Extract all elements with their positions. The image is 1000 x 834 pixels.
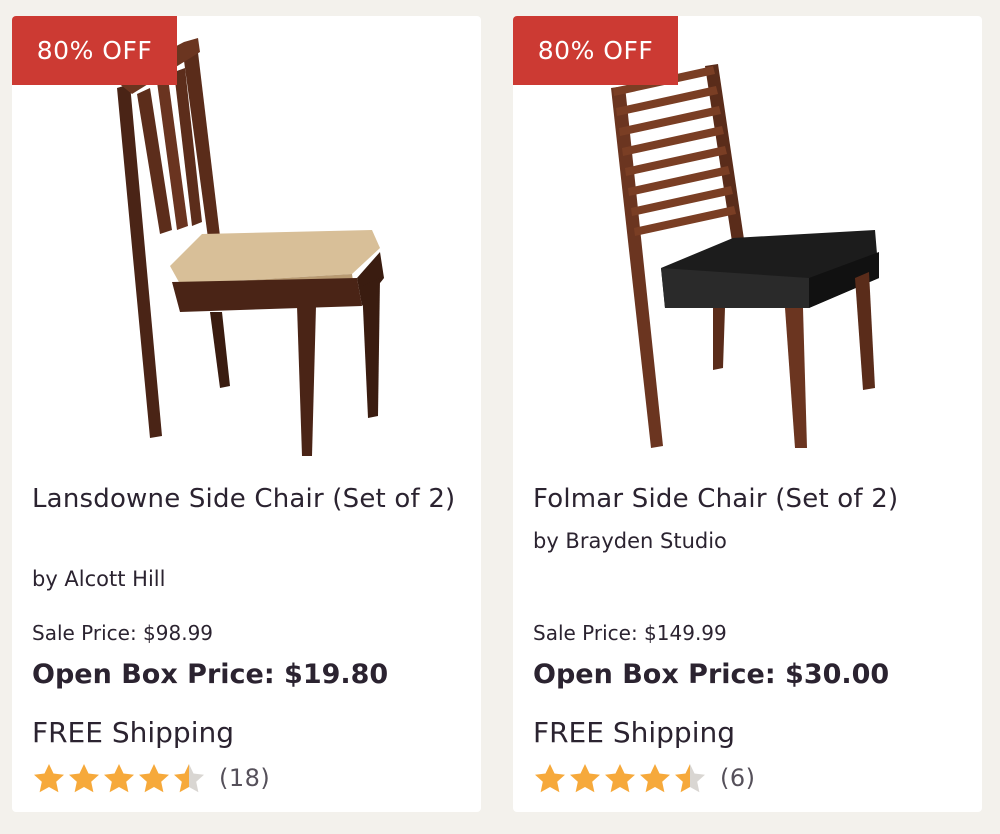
star-icon — [104, 764, 134, 793]
product-brand[interactable]: by Alcott Hill — [32, 567, 165, 591]
star-icon — [675, 764, 705, 793]
open-box-price: Open Box Price: $30.00 — [533, 659, 890, 690]
star-icon — [69, 764, 99, 793]
product-title[interactable]: Lansdowne Side Chair (Set of 2) — [32, 479, 472, 519]
star-icon — [605, 764, 635, 793]
star-icon — [640, 764, 670, 793]
star-rating — [32, 762, 207, 794]
star-icon — [570, 764, 600, 793]
star-icon — [535, 764, 565, 793]
rating[interactable]: (18) — [32, 761, 270, 795]
product-grid: 80% OFF Lansdowne Side Chair (Set of 2) … — [12, 16, 982, 812]
sale-price: Sale Price: $98.99 — [32, 621, 214, 645]
star-icon — [34, 764, 64, 793]
open-box-price: Open Box Price: $19.80 — [32, 659, 389, 690]
star-icon — [174, 764, 204, 793]
sale-price: Sale Price: $149.99 — [533, 621, 727, 645]
rating[interactable]: (6) — [533, 761, 756, 795]
product-card[interactable]: 80% OFF Folmar Side Chair (Set of 2) by … — [513, 16, 982, 812]
star-rating — [533, 762, 708, 794]
discount-badge: 80% OFF — [12, 16, 177, 85]
product-title[interactable]: Folmar Side Chair (Set of 2) — [533, 479, 973, 519]
review-count[interactable]: (18) — [219, 764, 270, 792]
shipping-label: FREE Shipping — [32, 716, 234, 749]
product-brand[interactable]: by Brayden Studio — [533, 529, 727, 553]
discount-badge: 80% OFF — [513, 16, 678, 85]
star-icon — [139, 764, 169, 793]
product-card[interactable]: 80% OFF Lansdowne Side Chair (Set of 2) … — [12, 16, 481, 812]
review-count[interactable]: (6) — [720, 764, 756, 792]
shipping-label: FREE Shipping — [533, 716, 735, 749]
